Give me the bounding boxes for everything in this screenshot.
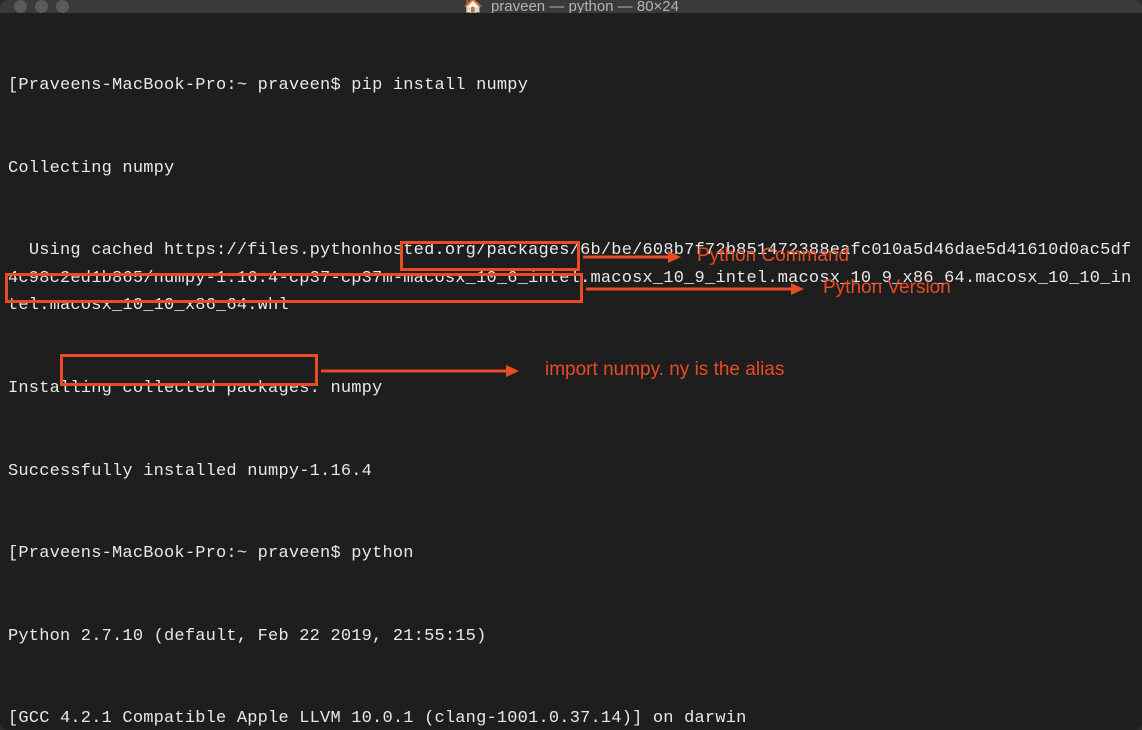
output-cached-url: Using cached https://files.pythonhosted.…	[8, 237, 1134, 320]
maximize-button[interactable]	[56, 0, 69, 13]
terminal-window: 🏠 praveen — python — 80×24 [Praveens-Mac…	[0, 0, 1142, 730]
titlebar[interactable]: 🏠 praveen — python — 80×24	[0, 0, 1142, 13]
traffic-lights	[14, 0, 69, 13]
prompt-1: [Praveens-MacBook-Pro:~ praveen$	[8, 76, 351, 95]
output-installing: Installing collected packages: numpy	[8, 375, 1134, 403]
prompt-2: [Praveens-MacBook-Pro:~ praveen$	[8, 544, 351, 563]
output-python-version: Python 2.7.10 (default, Feb 22 2019, 21:…	[8, 623, 1134, 651]
minimize-button[interactable]	[35, 0, 48, 13]
output-collecting: Collecting numpy	[8, 155, 1134, 183]
close-button[interactable]	[14, 0, 27, 13]
command-python: python	[351, 544, 413, 563]
output-gcc: [GCC 4.2.1 Compatible Apple LLVM 10.0.1 …	[8, 705, 1134, 730]
command-pip-install: pip install numpy	[351, 76, 528, 95]
terminal-body[interactable]: [Praveens-MacBook-Pro:~ praveen$ pip ins…	[0, 13, 1142, 730]
terminal-content: [Praveens-MacBook-Pro:~ praveen$ pip ins…	[8, 17, 1134, 730]
output-success: Successfully installed numpy-1.16.4	[8, 458, 1134, 486]
